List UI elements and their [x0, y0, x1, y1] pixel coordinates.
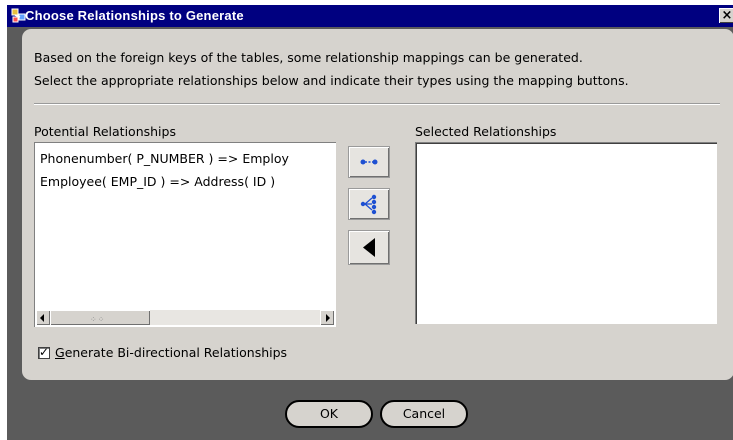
- one-to-one-button[interactable]: [349, 147, 389, 177]
- bidirectional-checkbox[interactable]: ✓: [38, 345, 50, 359]
- arrow-right-icon: [326, 314, 330, 322]
- title-bar[interactable]: Choose Relationships to Generate ×: [7, 5, 733, 27]
- remove-relationship-button[interactable]: [349, 231, 389, 264]
- dialog-title: Choose Relationships to Generate: [25, 8, 244, 23]
- checkmark-icon: ✓: [39, 345, 50, 359]
- horizontal-scrollbar[interactable]: ⁘⁘: [36, 310, 334, 325]
- dialog-frame: Based on the foreign keys of the tables,…: [7, 27, 733, 440]
- close-icon: ×: [721, 8, 733, 23]
- separator: [34, 103, 720, 105]
- potential-relationships-label: Potential Relationships: [34, 124, 176, 139]
- ok-button[interactable]: OK: [285, 400, 373, 428]
- bidirectional-label[interactable]: Generate Bi-directional Relationships: [55, 345, 287, 360]
- description-line-1: Based on the foreign keys of the tables,…: [34, 50, 583, 65]
- list-item[interactable]: Employee( EMP_ID ) => Address( ID ): [40, 174, 275, 189]
- close-button[interactable]: ×: [719, 8, 733, 23]
- content-panel: Based on the foreign keys of the tables,…: [22, 29, 733, 380]
- one-to-many-icon: [360, 194, 377, 215]
- scrollbar-thumb[interactable]: ⁘⁘: [50, 310, 150, 325]
- grip-icon: ⁘⁘: [90, 315, 106, 324]
- one-to-many-button[interactable]: [349, 189, 389, 219]
- selected-relationships-label: Selected Relationships: [415, 124, 557, 139]
- remove-left-icon: [363, 238, 375, 257]
- selected-relationships-list[interactable]: [415, 142, 717, 324]
- scroll-left-button[interactable]: [36, 310, 50, 325]
- arrow-left-icon: [40, 314, 44, 322]
- scroll-right-button[interactable]: [320, 310, 334, 325]
- cancel-button[interactable]: Cancel: [380, 400, 468, 428]
- one-to-one-icon: [360, 159, 378, 165]
- potential-relationships-list[interactable]: Phonenumber( P_NUMBER ) => Employ Employ…: [34, 142, 336, 327]
- dialog-window: Choose Relationships to Generate × Based…: [7, 5, 733, 440]
- list-item[interactable]: Phonenumber( P_NUMBER ) => Employ: [40, 151, 289, 166]
- description-line-2: Select the appropriate relationships bel…: [34, 73, 629, 88]
